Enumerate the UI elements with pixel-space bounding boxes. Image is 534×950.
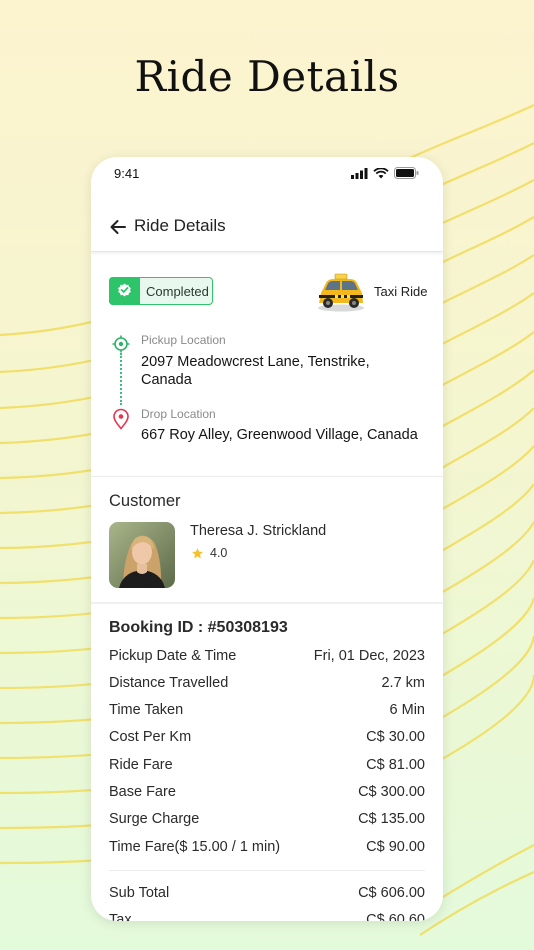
hero-title: Ride Details bbox=[134, 52, 400, 101]
subtotal-value: C$ 606.00 bbox=[358, 885, 425, 901]
status-bar: 9:41 bbox=[91, 157, 443, 193]
phone-screen: 9:41 Ride Details Completed Taxi Ride Pi… bbox=[91, 157, 443, 921]
page-title: Ride Details bbox=[134, 216, 226, 235]
tax-row: Tax C$ 60.60 bbox=[109, 912, 425, 921]
fare-row-label: Time Fare($ 15.00 / 1 min) bbox=[109, 839, 281, 855]
fare-row: Surge Charge C$ 135.00 bbox=[109, 811, 425, 831]
customer-rating: 4.0 bbox=[191, 546, 227, 560]
fare-row-label: Distance Travelled bbox=[109, 675, 229, 691]
fare-row: Pickup Date & Time Fri, 01 Dec, 2023 bbox=[109, 648, 425, 668]
fare-row-value: C$ 81.00 bbox=[366, 757, 425, 773]
fare-row-value: C$ 135.00 bbox=[358, 811, 425, 827]
fare-row-label: Ride Fare bbox=[109, 757, 173, 773]
subtotal-label: Sub Total bbox=[109, 885, 170, 901]
back-arrow-icon[interactable] bbox=[108, 217, 128, 237]
status-time: 9:41 bbox=[114, 166, 140, 181]
pickup-label: Pickup Location bbox=[141, 333, 226, 347]
fare-row-label: Base Fare bbox=[109, 784, 176, 800]
customer-section-title: Customer bbox=[109, 492, 181, 510]
battery-icon bbox=[394, 167, 419, 179]
fare-row-label: Time Taken bbox=[109, 702, 184, 718]
fare-row-label: Cost Per Km bbox=[109, 729, 192, 745]
booking-id: Booking ID : #50308193 bbox=[109, 619, 288, 636]
fare-row-value: C$ 90.00 bbox=[366, 839, 425, 855]
rating-value: 4.0 bbox=[210, 546, 228, 560]
fare-row: Base Fare C$ 300.00 bbox=[109, 784, 425, 804]
ride-type-label: Taxi Ride bbox=[374, 284, 428, 299]
fare-row: Time Fare($ 15.00 / 1 min) C$ 90.00 bbox=[109, 839, 425, 859]
fare-row-value: 2.7 km bbox=[381, 675, 425, 691]
customer-name: Theresa J. Strickland bbox=[190, 523, 327, 539]
star-icon bbox=[192, 547, 203, 558]
customer-avatar bbox=[109, 522, 175, 588]
fare-row: Distance Travelled 2.7 km bbox=[109, 675, 425, 695]
pickup-target-icon bbox=[112, 335, 130, 353]
subtotal-row: Sub Total C$ 606.00 bbox=[109, 885, 425, 905]
status-icons bbox=[351, 167, 419, 179]
status-badge-label: Completed bbox=[146, 284, 209, 299]
divider bbox=[91, 476, 443, 477]
fare-row-value: Fri, 01 Dec, 2023 bbox=[313, 648, 425, 664]
fare-row-label: Pickup Date & Time bbox=[109, 648, 237, 664]
fare-row: Ride Fare C$ 81.00 bbox=[109, 757, 425, 777]
fare-row-label: Surge Charge bbox=[109, 811, 200, 827]
fare-row-value: 6 Min bbox=[389, 702, 425, 718]
subtotal-divider bbox=[109, 870, 425, 871]
tax-label: Tax bbox=[109, 912, 132, 921]
status-badge: Completed bbox=[109, 277, 213, 305]
check-badge-icon bbox=[109, 277, 140, 305]
drop-address: 667 Roy Alley, Greenwood Village, Canada bbox=[141, 427, 418, 443]
tax-value: C$ 60.60 bbox=[366, 912, 425, 921]
wifi-icon bbox=[373, 167, 389, 178]
route-connector bbox=[120, 353, 122, 405]
taxi-icon bbox=[318, 273, 364, 312]
app-bar: Ride Details bbox=[91, 205, 443, 252]
drop-pin-icon bbox=[113, 408, 129, 430]
divider bbox=[91, 602, 443, 604]
pickup-address: 2097 Meadowcrest Lane, Tenstrike, Canada bbox=[141, 354, 370, 388]
fare-row-value: C$ 300.00 bbox=[358, 784, 425, 800]
fare-row: Cost Per Km C$ 30.00 bbox=[109, 729, 425, 749]
signal-icon bbox=[351, 167, 368, 179]
drop-label: Drop Location bbox=[141, 407, 216, 421]
fare-row-value: C$ 30.00 bbox=[366, 729, 425, 745]
fare-row: Time Taken 6 Min bbox=[109, 702, 425, 722]
